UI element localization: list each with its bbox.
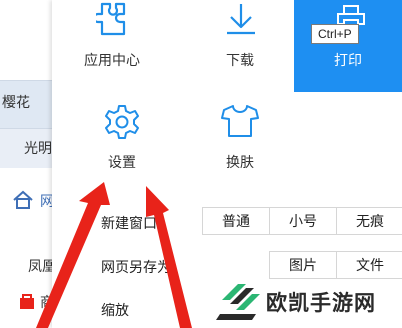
left-arrow bbox=[36, 182, 110, 328]
annotation-arrows bbox=[36, 182, 192, 328]
watermark-text: 欧凯手游网 bbox=[266, 291, 376, 315]
right-arrow bbox=[146, 186, 192, 328]
watermark-logo bbox=[216, 280, 262, 326]
